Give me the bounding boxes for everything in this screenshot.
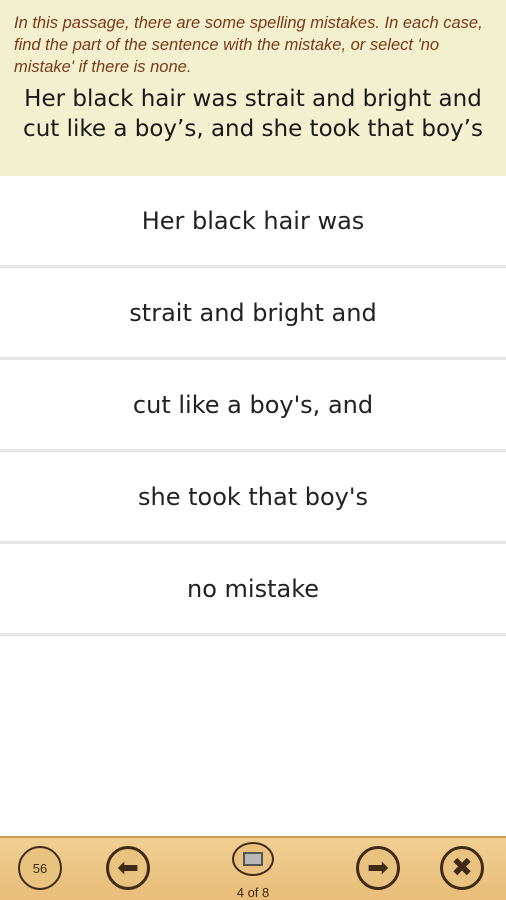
instructions-text: In this passage, there are some spelling… <box>14 14 483 76</box>
close-button[interactable]: ✖ <box>440 846 484 890</box>
previous-button[interactable]: ⬅ <box>106 846 150 890</box>
list-icon <box>243 852 263 866</box>
answer-option-3[interactable]: cut like a boy's, and <box>0 360 506 452</box>
question-counter: 4 of 8 <box>236 885 270 900</box>
arrow-right-icon: ➡ <box>367 853 389 883</box>
close-icon: ✖ <box>451 853 473 883</box>
answer-option-4[interactable]: she took that boy's <box>0 452 506 544</box>
arrow-left-icon: ⬅ <box>117 853 139 883</box>
passage-text: Her black hair was strait and bright and… <box>23 86 483 142</box>
answer-option-2[interactable]: strait and bright and <box>0 268 506 360</box>
next-button[interactable]: ➡ <box>356 846 400 890</box>
bottom-toolbar: 56 ⬅ 4 of 8 ➡ ✖ <box>0 836 506 900</box>
no-mistake-option[interactable]: no mistake <box>0 544 506 636</box>
timer-button[interactable]: 56 <box>18 846 62 890</box>
question-list-button[interactable] <box>232 842 274 876</box>
timer-value: 56 <box>32 860 48 876</box>
question-header: In this passage, there are some spelling… <box>0 0 506 176</box>
answer-options: Her black hair was strait and bright and… <box>0 176 506 636</box>
answer-option-1[interactable]: Her black hair was <box>0 176 506 268</box>
